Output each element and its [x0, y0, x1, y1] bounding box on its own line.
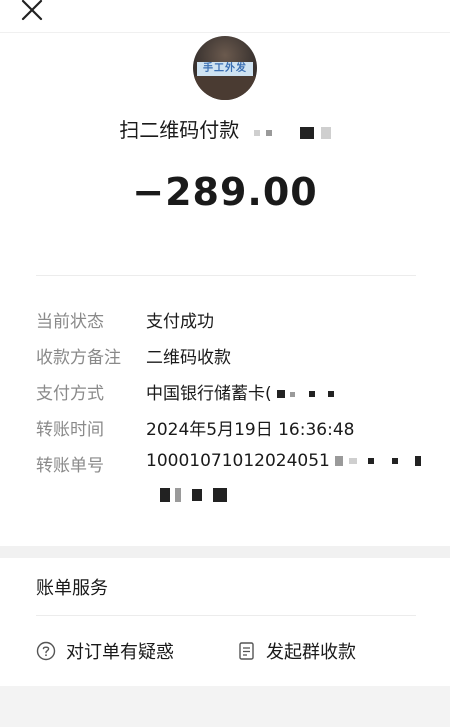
redacted-order-number-line2 [160, 484, 228, 503]
group-collection-label: 发起群收款 [266, 642, 356, 663]
order-question-label: 对订单有疑惑 [66, 642, 174, 663]
section-separator [0, 546, 450, 558]
bill-services-title: 账单服务 [36, 578, 108, 599]
detail-label: 支付方式 [36, 384, 104, 404]
document-icon [239, 642, 254, 660]
detail-value: 支付成功 [146, 312, 214, 332]
merchant-name: 扫二维码付款 [0, 114, 450, 144]
detail-value: 中国银行储蓄卡( [146, 379, 335, 404]
close-icon[interactable] [20, 0, 46, 22]
detail-label: 转账时间 [36, 420, 104, 440]
redacted-order-number [335, 451, 421, 471]
detail-value[interactable]: 10001071012024051 [146, 451, 421, 471]
detail-label: 当前状态 [36, 312, 104, 332]
group-collection-button[interactable]: 发起群收款 [238, 638, 356, 664]
header-divider [0, 32, 450, 33]
detail-value: 2024年5月19日 16:36:48 [146, 420, 355, 440]
payment-amount: −289.00 [132, 170, 318, 214]
services-divider [36, 615, 416, 616]
redacted-merchant-name [253, 120, 331, 144]
section-divider [36, 275, 416, 276]
detail-label: 转账单号 [36, 456, 104, 476]
detail-value: 二维码收款 [146, 348, 231, 368]
order-question-button[interactable]: 对订单有疑惑 [36, 638, 174, 664]
top-bar [0, 0, 450, 32]
merchant-avatar: 手工外发 [193, 36, 257, 100]
redacted-card-number [277, 384, 335, 404]
avatar-sign-text: 手工外发 [197, 62, 253, 76]
merchant-title: 扫二维码付款 [119, 118, 240, 142]
bottom-area [0, 686, 450, 727]
question-circle-icon [36, 641, 56, 661]
detail-label: 收款方备注 [36, 348, 121, 368]
